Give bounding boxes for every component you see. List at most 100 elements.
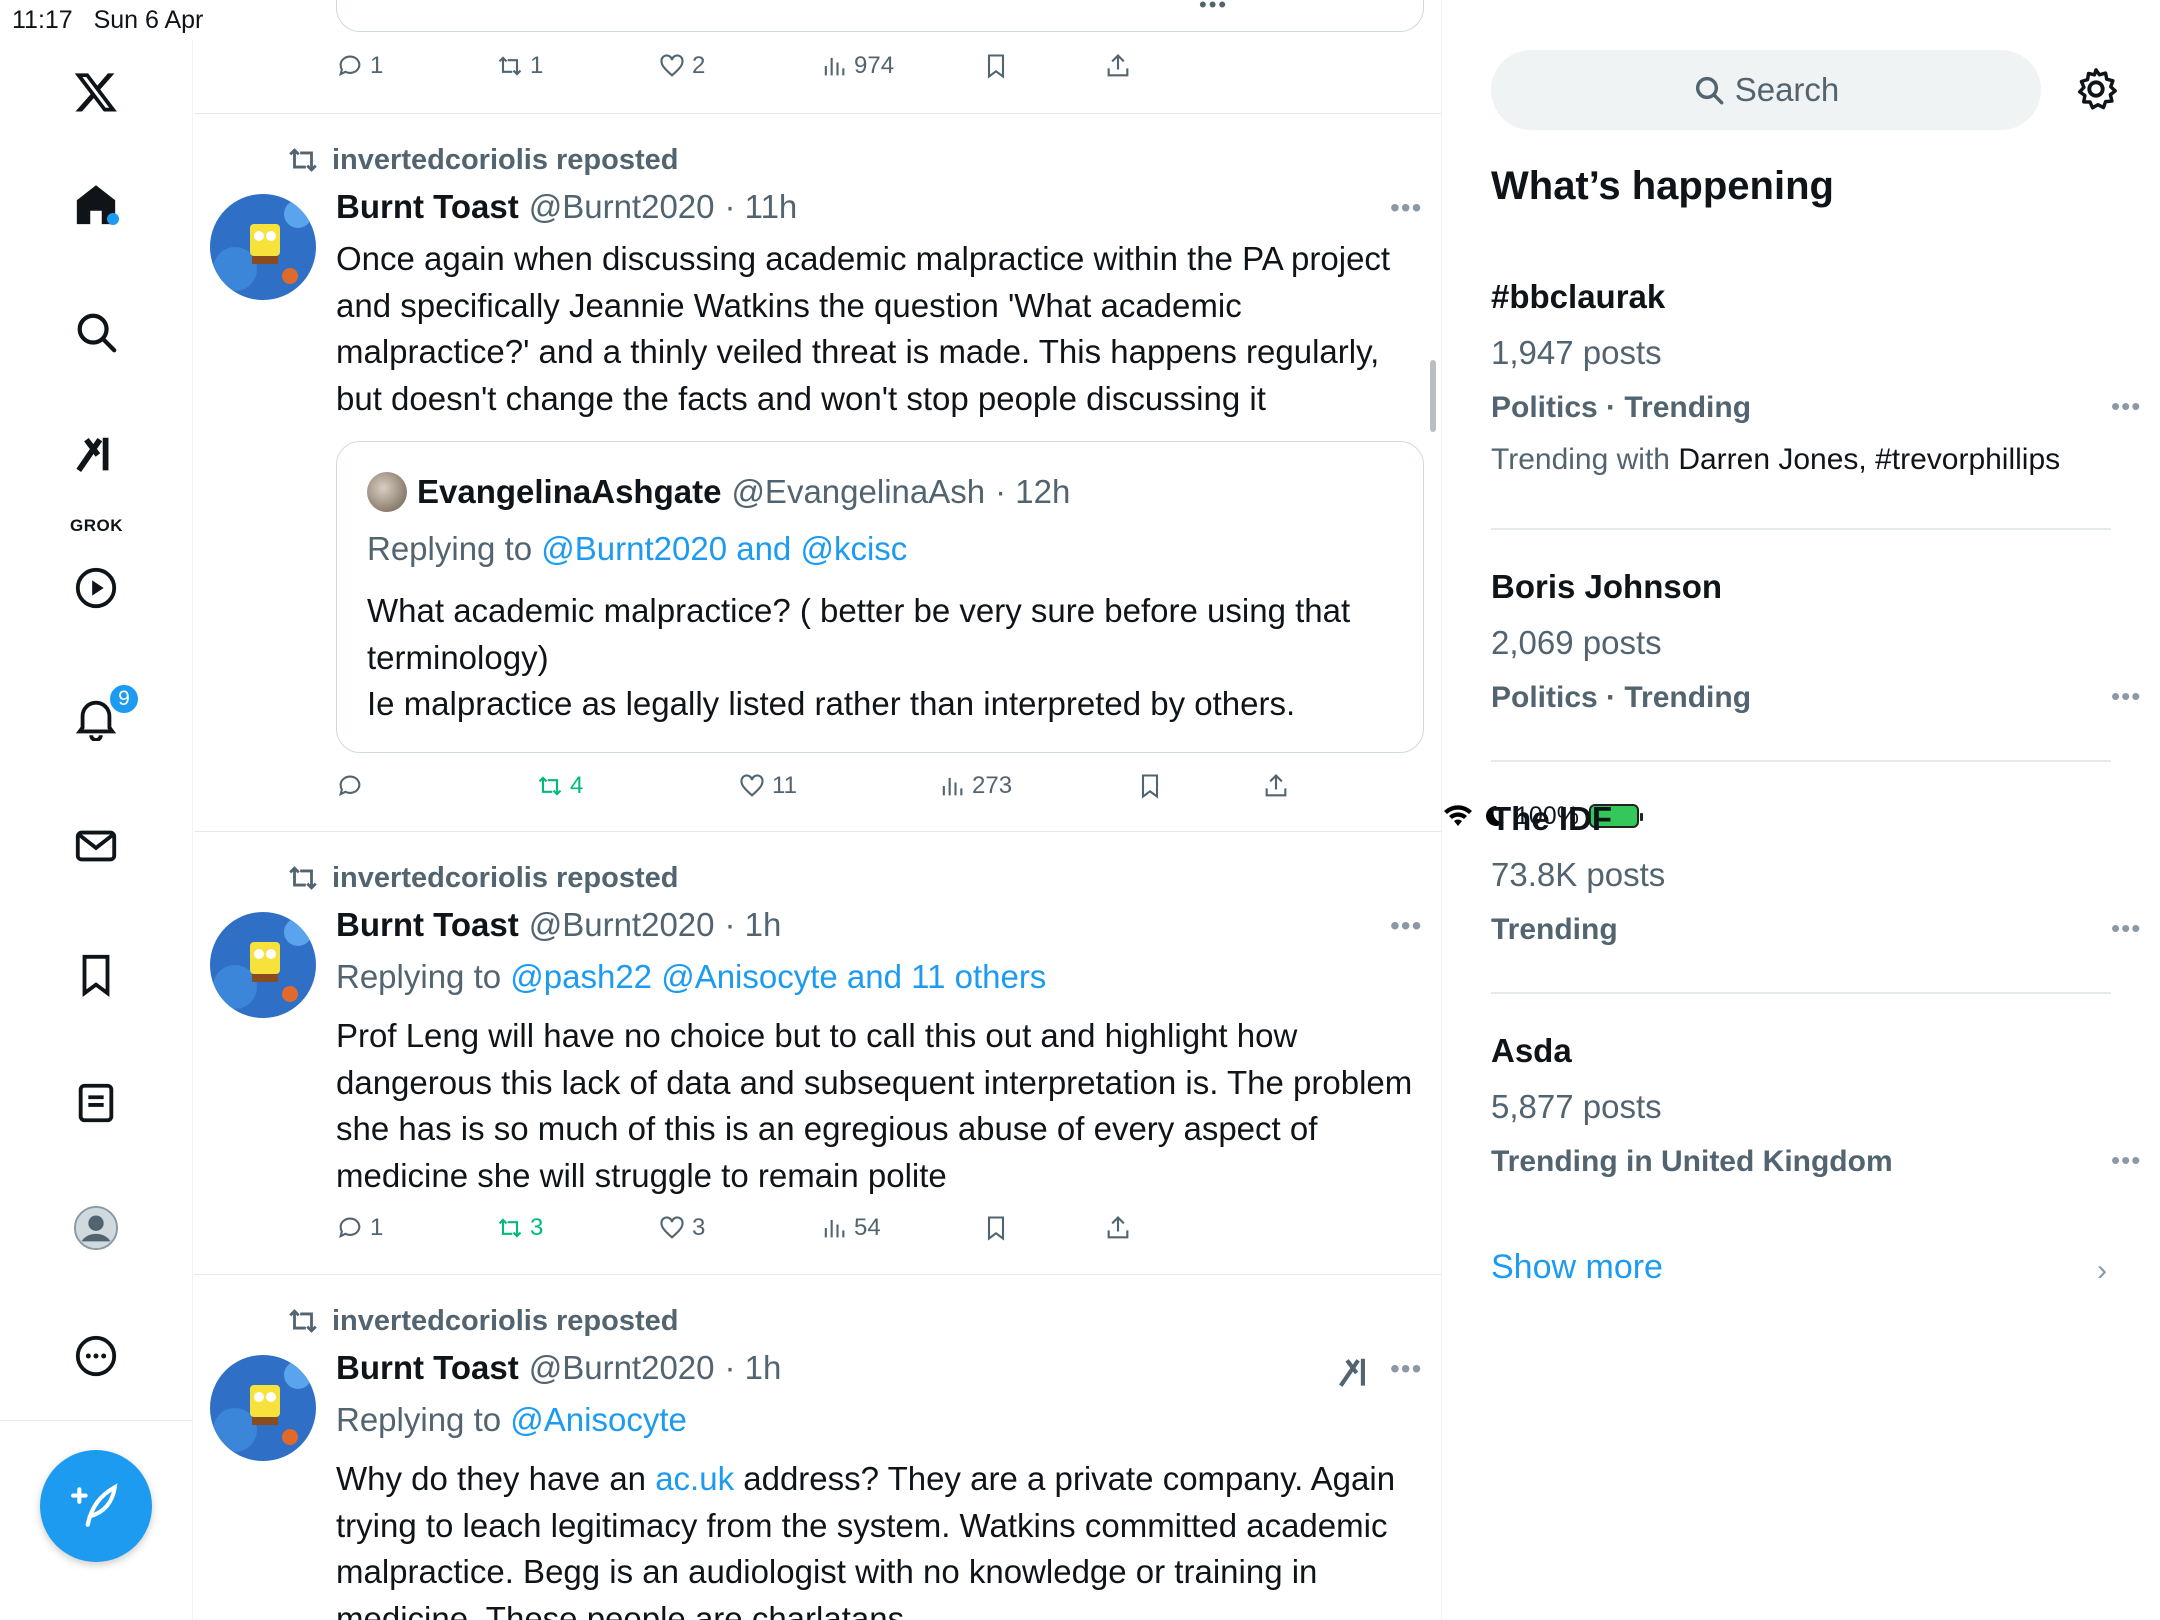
trend-post-count: 1,947 posts [1491,334,1662,371]
lists-icon[interactable] [66,1073,126,1133]
repost-button[interactable]: 3 [496,1214,543,1242]
trend-divider [1491,992,2111,994]
share-button[interactable] [1262,772,1290,800]
repost-by-label: invertedcoriolis reposted [332,861,679,894]
scrollbar[interactable] [1430,360,1436,432]
share-button[interactable] [1104,1214,1132,1242]
views-count: 974 [854,52,895,79]
timeline-feed: ••• 1 1 2 974 invertedcoriolis reposted [194,0,1442,1620]
grok-icon[interactable] [66,425,126,485]
views-button[interactable]: 54 [820,1214,881,1242]
like-count: 11 [772,772,797,799]
views-button[interactable]: 974 [820,52,894,80]
share-icon [1107,54,1129,77]
trend-with-names[interactable]: Darren Jones, #trevorphillips [1678,443,2060,476]
trend-more-button[interactable]: ••• [2111,1145,2141,1176]
author-name[interactable]: Burnt Toast [336,1349,519,1387]
post-more-button[interactable]: ••• [1390,192,1422,224]
replying-to: Replying to @Anisocyte [336,1401,687,1439]
replying-to-link[interactable]: @Burnt2020 and @kcisc [541,530,907,567]
post-time[interactable]: · 1h [725,906,782,944]
bookmark-icon [1141,774,1159,799]
settings-gear-icon[interactable] [2073,66,2119,112]
author-handle[interactable]: @Burnt2020 [529,906,715,944]
whats-happening-title: What’s happening [1491,164,1834,208]
post-text-part: Why do they have an [336,1460,656,1497]
like-button[interactable]: 2 [658,52,705,80]
post-text: Prof Leng will have no choice but to cal… [336,1017,1413,1194]
bookmark-icon [987,1216,1005,1241]
repost-by-label: invertedcoriolis reposted [332,1304,679,1337]
post-more-button[interactable]: ••• [1390,910,1422,942]
post-more-button[interactable]: ••• [1390,1353,1422,1385]
share-icon [1265,774,1287,797]
repost-context[interactable]: invertedcoriolis reposted [286,861,679,895]
show-more-link[interactable]: Show more [1491,1248,1663,1287]
trend-more-button[interactable]: ••• [2111,391,2141,422]
reply-button[interactable]: 1 [336,52,383,80]
like-button[interactable]: 11 [738,772,797,800]
trend-divider [1491,760,2111,762]
compose-feather-icon [71,1483,118,1527]
grok-label: GROK [70,516,123,535]
reply-button[interactable]: 1 [336,1214,383,1242]
profile-avatar-icon[interactable] [66,1198,126,1258]
status-date: Sun 6 Apr [93,6,204,34]
grok-explain-icon[interactable] [1336,1354,1374,1392]
avatar[interactable] [210,194,316,300]
home-unread-dot [107,213,119,225]
x-logo-icon[interactable] [66,62,126,122]
repost-by-label: invertedcoriolis reposted [332,143,679,176]
search-input[interactable]: Search [1491,50,2041,130]
search-icon[interactable] [66,302,126,362]
repost-context[interactable]: invertedcoriolis reposted [286,143,679,177]
views-button[interactable]: 273 [938,772,1012,800]
trend-name: Boris Johnson [1491,568,1723,605]
trend-more-button[interactable]: ••• [2111,681,2141,712]
quoted-post[interactable]: EvangelinaAshgate @EvangelinaAsh · 12h R… [336,441,1424,753]
views-count: 54 [854,1214,881,1241]
bookmark-button[interactable] [982,1214,1010,1242]
home-icon[interactable] [66,175,126,235]
repost-count: 4 [570,772,584,799]
author-name[interactable]: Burnt Toast [336,188,519,226]
author-name[interactable]: Burnt Toast [336,906,519,944]
bookmark-button[interactable] [1136,772,1164,800]
author-handle[interactable]: @Burnt2020 [529,1349,715,1387]
author-handle[interactable]: @Burnt2020 [529,188,715,226]
post-time[interactable]: · 11h [725,188,798,226]
quote-header: EvangelinaAshgate @EvangelinaAsh · 12h [367,472,1070,512]
reply-button[interactable] [336,772,370,800]
replying-to-link[interactable]: @pash22 @Anisocyte and 11 others [510,958,1046,995]
repost-button[interactable]: 4 [536,772,583,800]
replying-to-link[interactable]: @Anisocyte [510,1401,687,1438]
post-divider [194,113,1441,114]
post-time[interactable]: · 1h [725,1349,782,1387]
repost-context[interactable]: invertedcoriolis reposted [286,1304,679,1338]
avatar[interactable] [210,1355,316,1461]
left-nav: GROK 9 [0,40,193,1620]
like-button[interactable]: 3 [658,1214,705,1242]
share-button[interactable] [1104,52,1132,80]
drag-handle-dots[interactable]: ••• [1199,0,1228,18]
repost-button[interactable]: 1 [496,52,543,80]
post-header: Burnt Toast @Burnt2020 · 11h [336,188,797,226]
chevron-right-icon: › [2097,1254,2107,1287]
avatar[interactable] [210,912,316,1018]
heart-icon [660,54,684,77]
messages-mail-icon[interactable] [66,816,126,876]
like-count: 2 [692,52,706,79]
video-play-icon[interactable] [66,558,126,618]
more-options-icon[interactable] [66,1326,126,1386]
trend-with: Trending with Darren Jones, #trevorphill… [1491,443,2060,477]
search-placeholder: Search [1734,71,1840,108]
like-count: 3 [692,1214,706,1241]
bookmarks-icon[interactable] [66,945,126,1005]
quote-avatar [367,472,407,512]
post-text-link[interactable]: ac.uk [655,1460,734,1497]
bookmark-button[interactable] [982,52,1010,80]
trend-category: Politics · Trending [1491,391,1752,424]
compose-post-button[interactable] [40,1450,152,1562]
replying-prefix: Replying to [336,1401,511,1438]
trend-more-button[interactable]: ••• [2111,913,2141,944]
